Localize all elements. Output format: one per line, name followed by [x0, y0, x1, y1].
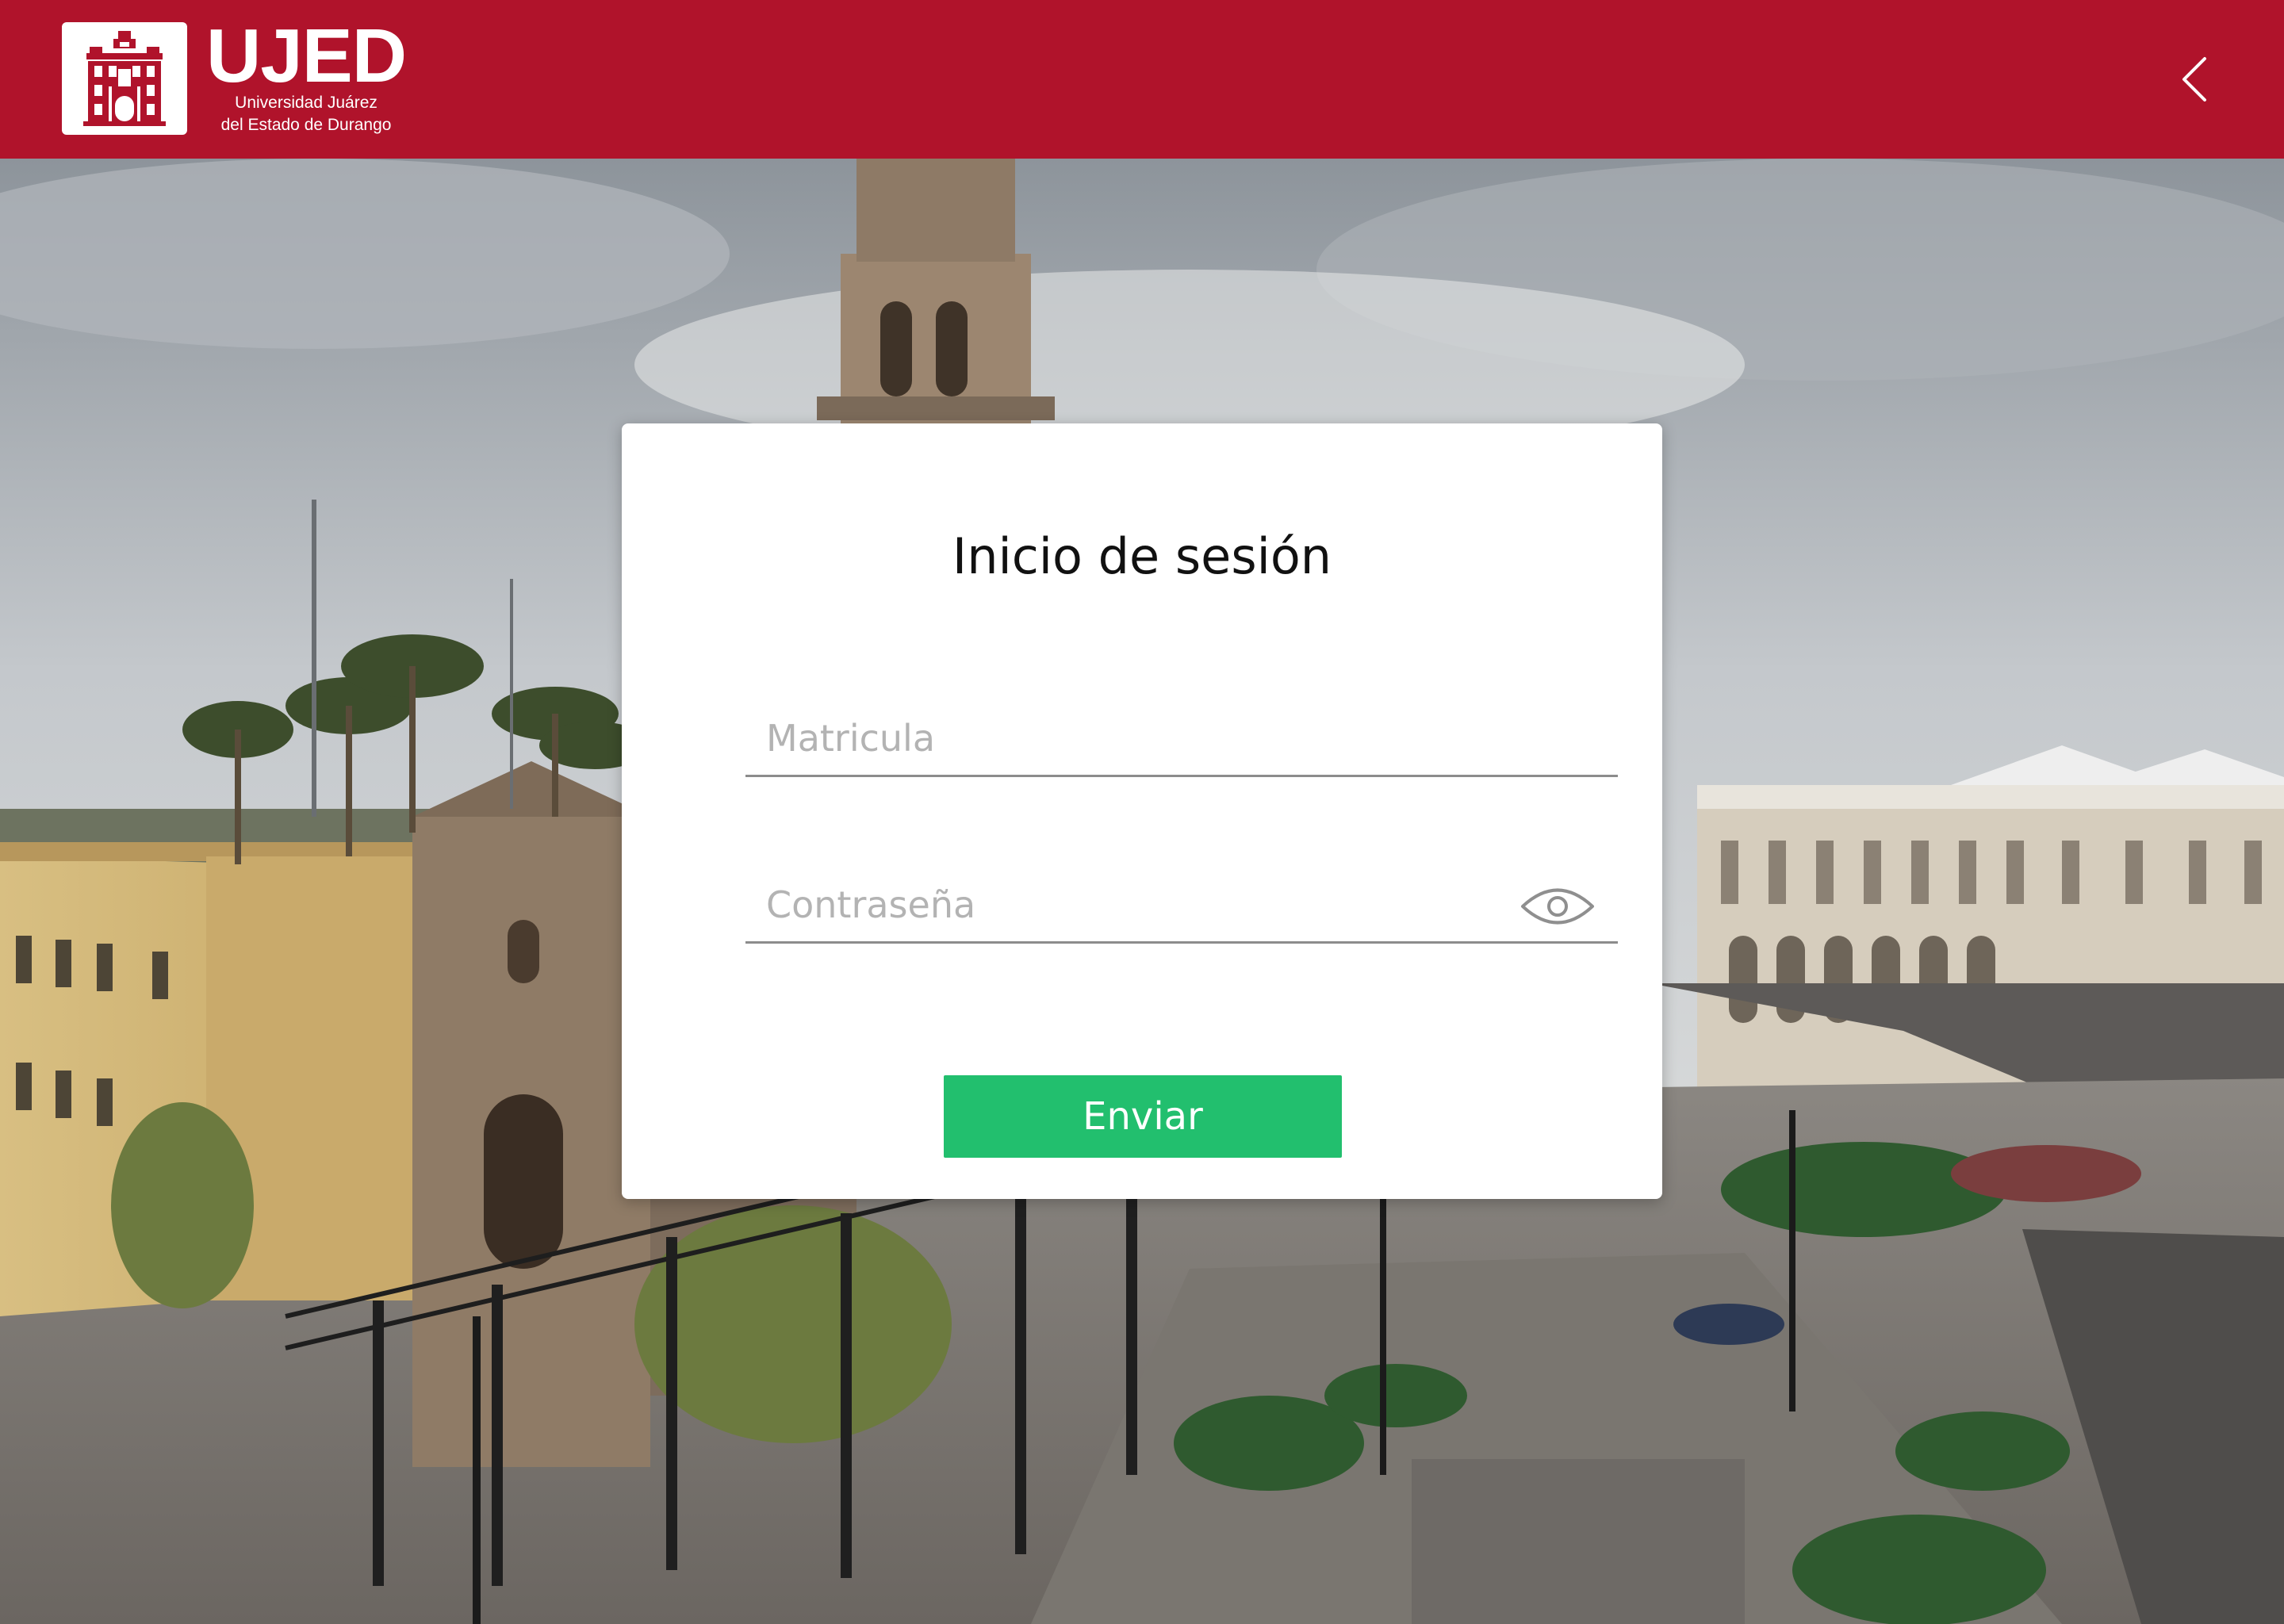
submit-button[interactable]: Enviar	[944, 1075, 1342, 1158]
username-field	[745, 701, 1618, 777]
logo-name-line-1: Universidad Juárez	[235, 94, 377, 112]
eye-icon	[1521, 888, 1594, 925]
show-password-toggle[interactable]	[1519, 879, 1596, 934]
username-input[interactable]	[745, 701, 1618, 775]
back-button[interactable]	[2175, 54, 2213, 105]
building-facade-icon	[62, 22, 187, 135]
ujed-logo[interactable]: UJED Universidad Juárez del Estado de Du…	[62, 13, 407, 136]
logo-acronym: UJED	[206, 13, 407, 98]
login-title: Inicio de sesión	[952, 527, 1332, 585]
logo-name-line-2: del Estado de Durango	[220, 116, 392, 134]
chevron-left-icon	[2182, 57, 2206, 102]
password-input[interactable]	[745, 868, 1618, 941]
logo-text: UJED Universidad Juárez del Estado de Du…	[206, 13, 407, 136]
top-header: UJED Universidad Juárez del Estado de Du…	[0, 0, 2284, 159]
password-field	[745, 868, 1618, 944]
app-root: UJED Universidad Juárez del Estado de Du…	[0, 0, 2284, 1624]
